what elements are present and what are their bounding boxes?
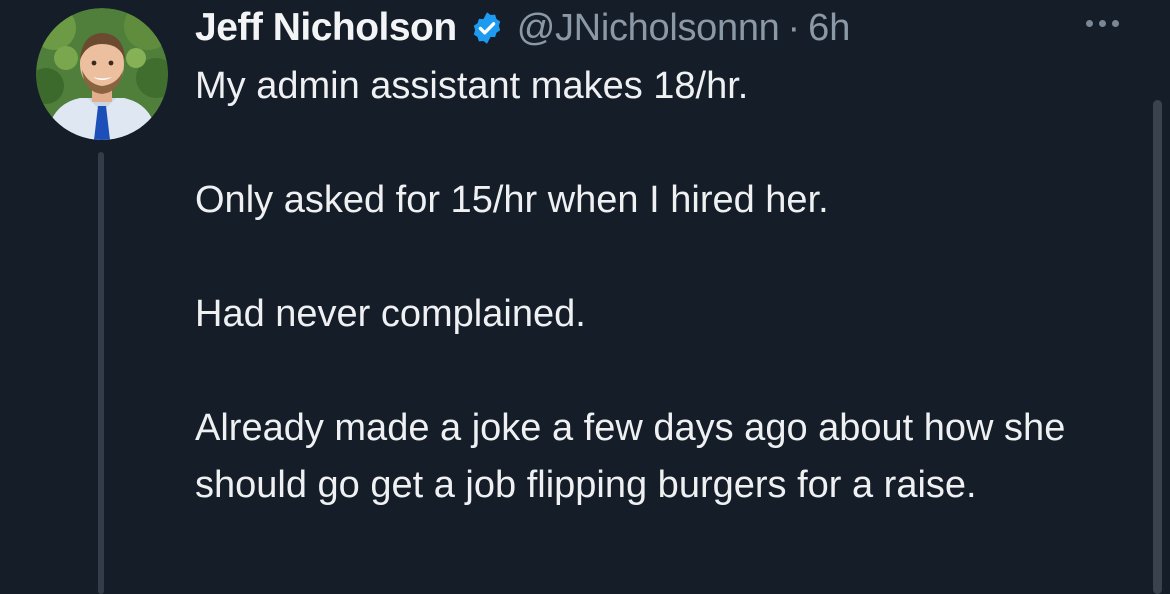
tweet-paragraph: Already made a joke a few days ago about… xyxy=(195,407,1066,506)
tweet-body: My admin assistant makes 18/hr. Only ask… xyxy=(195,58,1135,514)
tweet-paragraph: My admin assistant makes 18/hr. xyxy=(195,65,749,107)
thread-connector-line xyxy=(98,152,104,594)
header-separator: · xyxy=(787,6,801,49)
avatar-image xyxy=(36,8,168,140)
scrollbar[interactable] xyxy=(1153,100,1162,594)
tweet-timestamp[interactable]: 6h xyxy=(808,7,850,50)
tweet-header: Jeff Nicholson @JNicholsonnn · 6h xyxy=(195,0,850,56)
more-dot xyxy=(1099,20,1106,27)
author-display-name[interactable]: Jeff Nicholson xyxy=(195,6,457,50)
verified-badge-icon xyxy=(469,10,505,46)
tweet[interactable]: Jeff Nicholson @JNicholsonnn · 6h My adm… xyxy=(0,0,1170,594)
more-dot xyxy=(1112,20,1119,27)
tweet-paragraph: Had never complained. xyxy=(195,293,586,335)
author-handle[interactable]: @JNicholsonnn xyxy=(517,7,780,50)
avatar[interactable] xyxy=(36,8,168,140)
tweet-paragraph: Only asked for 15/hr when I hired her. xyxy=(195,179,829,221)
more-horizontal-icon[interactable] xyxy=(1086,20,1119,27)
more-dot xyxy=(1086,20,1093,27)
